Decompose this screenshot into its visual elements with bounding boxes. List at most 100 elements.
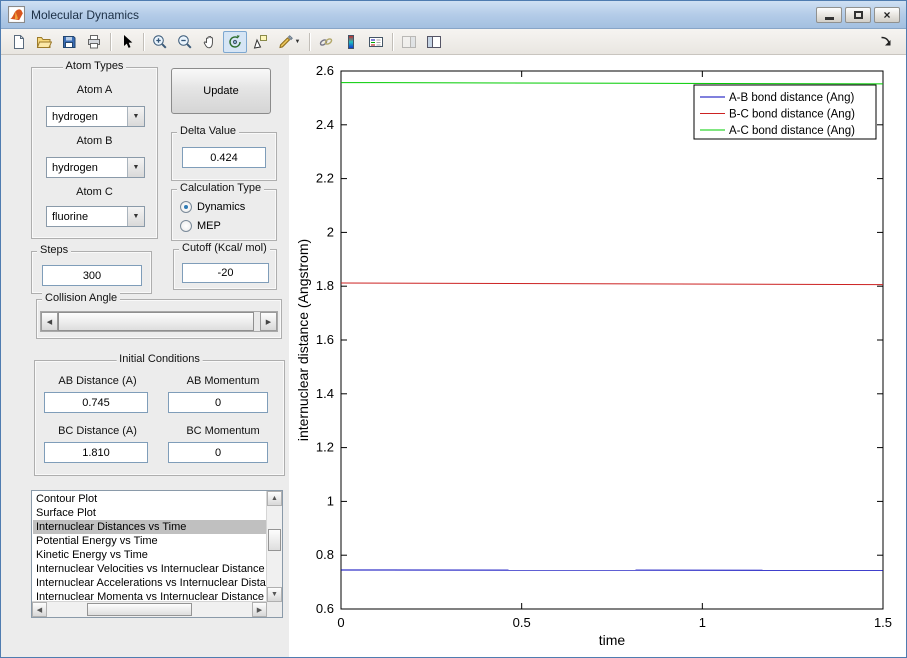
steps-input[interactable] <box>42 265 142 286</box>
y-tick-label: 1.8 <box>316 278 334 293</box>
pan-hand-icon[interactable] <box>198 31 222 53</box>
cutoff-group-title: Cutoff (Kcal/ mol) <box>179 242 270 254</box>
link-plot-icon[interactable] <box>314 31 338 53</box>
collision-angle-slider[interactable]: ◀ ▶ <box>40 311 278 332</box>
scroll-left-icon[interactable]: ◀ <box>32 602 47 617</box>
chevron-down-icon[interactable]: ▼ <box>127 107 144 126</box>
atom-a-label: Atom A <box>76 84 113 96</box>
rotate-3d-icon[interactable] <box>223 30 247 53</box>
delta-value-group: Delta Value <box>171 125 277 181</box>
list-item[interactable]: Potential Energy vs Time <box>33 534 266 548</box>
calculation-type-group-title: Calculation Type <box>177 182 265 194</box>
listbox-vertical-scrollbar[interactable]: ▲ ▼ <box>266 491 282 602</box>
slider-thumb[interactable] <box>58 312 254 331</box>
horizontal-scroll-thumb[interactable] <box>87 603 192 616</box>
figure-toolbar: ▼ <box>1 29 906 55</box>
axes-box[interactable] <box>340 70 884 610</box>
atom-a-dropdown[interactable]: hydrogen ▼ <box>46 106 145 127</box>
titlebar[interactable]: Molecular Dynamics × <box>1 1 906 29</box>
update-button-label: Update <box>203 85 239 97</box>
list-item[interactable]: Internuclear Momenta vs Internuclear Dis… <box>33 590 266 601</box>
legend-entry-label: A-C bond distance (Ang) <box>729 125 855 137</box>
open-file-icon[interactable] <box>32 31 56 53</box>
bc-momentum-label: BC Momentum <box>186 425 260 437</box>
atom-b-label: Atom B <box>76 135 113 147</box>
radio-selected-icon <box>180 201 192 213</box>
chevron-down-icon[interactable]: ▼ <box>127 207 144 226</box>
close-icon: × <box>883 8 891 22</box>
chevron-down-icon[interactable]: ▼ <box>127 158 144 177</box>
update-button[interactable]: Update <box>171 68 271 114</box>
listbox-horizontal-scrollbar[interactable]: ◀ ▶ <box>32 601 267 617</box>
edit-plot-pointer-icon[interactable] <box>115 31 139 53</box>
list-item[interactable]: Internuclear Distances vs Time <box>33 520 266 534</box>
radio-dynamics[interactable]: Dynamics <box>180 201 245 213</box>
zoom-in-icon[interactable] <box>148 31 172 53</box>
y-tick-label: 2.6 <box>316 63 334 78</box>
y-tick-label: 1.6 <box>316 332 334 347</box>
delta-value-input[interactable] <box>182 147 266 168</box>
chevron-down-icon: ▼ <box>294 38 301 45</box>
x-tick-label: 0 <box>337 615 344 630</box>
list-item[interactable]: Internuclear Accelerations vs Internucle… <box>33 576 266 590</box>
toolbar-separator <box>392 32 393 51</box>
vertical-scroll-thumb[interactable] <box>268 529 281 551</box>
list-item[interactable]: Surface Plot <box>33 506 266 520</box>
maximize-button[interactable] <box>845 7 871 23</box>
maximize-icon <box>853 11 863 19</box>
toolbar-separator <box>143 32 144 51</box>
y-tick-label: 1 <box>327 493 334 508</box>
steps-group: Steps <box>31 244 152 294</box>
y-tick-label: 2 <box>327 224 334 239</box>
atom-c-label: Atom C <box>76 186 113 198</box>
atom-c-dropdown[interactable]: fluorine ▼ <box>46 206 145 227</box>
list-item[interactable]: Kinetic Energy vs Time <box>33 548 266 562</box>
ab-distance-input[interactable] <box>44 392 148 413</box>
radio-unselected-icon <box>180 220 192 232</box>
print-figure-icon[interactable] <box>82 31 106 53</box>
scroll-down-icon[interactable]: ▼ <box>267 587 282 602</box>
slider-left-arrow-icon[interactable]: ◀ <box>41 312 58 331</box>
dock-figure-arrow-icon[interactable] <box>874 31 898 53</box>
radio-mep[interactable]: MEP <box>180 220 221 232</box>
insert-legend-icon[interactable] <box>364 31 388 53</box>
x-tick-label: 0.5 <box>513 615 531 630</box>
cutoff-input[interactable] <box>182 263 269 283</box>
atom-types-group: Atom Types Atom A hydrogen ▼ Atom B hydr… <box>31 60 158 239</box>
bc-distance-input[interactable] <box>44 442 148 463</box>
hide-plot-tools-icon[interactable] <box>397 31 421 53</box>
brush-data-icon[interactable]: ▼ <box>273 31 305 53</box>
bc-distance-label: BC Distance (A) <box>58 425 137 437</box>
ab-momentum-label: AB Momentum <box>186 375 260 387</box>
list-item[interactable]: Internuclear Velocities vs Internuclear … <box>33 562 266 576</box>
ab-momentum-input[interactable] <box>168 392 268 413</box>
save-figure-icon[interactable] <box>57 31 81 53</box>
y-tick-label: 0.8 <box>316 547 334 562</box>
list-item[interactable]: Contour Plot <box>33 492 266 506</box>
radio-dynamics-label: Dynamics <box>197 201 246 213</box>
plot-type-listbox[interactable]: Contour Plot Surface Plot Internuclear Dis… <box>31 490 283 618</box>
plot-type-list: Contour Plot Surface Plot Internuclear Dis… <box>33 492 266 601</box>
new-figure-icon[interactable] <box>7 31 31 53</box>
data-cursor-icon[interactable] <box>248 31 272 53</box>
atom-b-dropdown[interactable]: hydrogen ▼ <box>46 157 145 178</box>
scroll-up-icon[interactable]: ▲ <box>267 491 282 506</box>
matlab-figure-icon <box>8 6 25 23</box>
minimize-button[interactable] <box>816 7 842 23</box>
bc-momentum-input[interactable] <box>168 442 268 463</box>
zoom-out-icon[interactable] <box>173 31 197 53</box>
scroll-right-icon[interactable]: ▶ <box>252 602 267 617</box>
close-button[interactable]: × <box>874 7 900 23</box>
calculation-type-group: Calculation Type Dynamics MEP <box>171 182 277 241</box>
plot-svg[interactable]: 0 0.5 1 1.5 0.6 0.8 1 1.2 1.4 1.6 1.8 2 2.2 2.4 2.6 tim… <box>289 55 907 658</box>
insert-colorbar-icon[interactable] <box>339 31 363 53</box>
ab-distance-label: AB Distance (A) <box>58 375 137 387</box>
collision-angle-group-title: Collision Angle <box>42 292 121 304</box>
app-window: Molecular Dynamics × ▼ 0 0.5 1 1.5 0.6 0.8 1 1.… <box>0 0 907 658</box>
legend-entry-label: A-B bond distance (Ang) <box>729 92 854 104</box>
show-plot-tools-icon[interactable] <box>422 31 446 53</box>
slider-right-arrow-icon[interactable]: ▶ <box>260 312 277 331</box>
toolbar-separator <box>309 32 310 51</box>
figure-canvas[interactable]: 0 0.5 1 1.5 0.6 0.8 1 1.2 1.4 1.6 1.8 2 2.2 2.4 2.6 tim… <box>289 55 907 658</box>
minimize-icon <box>824 17 834 20</box>
